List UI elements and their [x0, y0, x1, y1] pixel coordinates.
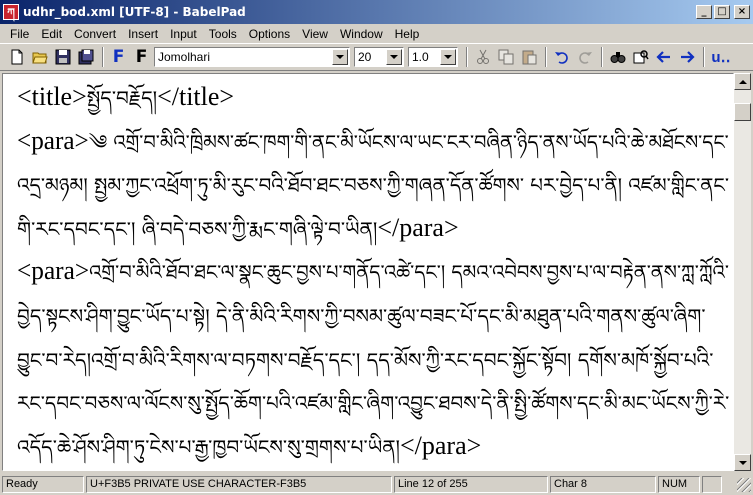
xml-tag: </title>	[157, 82, 235, 111]
status-ready: Ready	[2, 476, 84, 493]
chevron-down-icon[interactable]	[440, 49, 456, 65]
menu-edit[interactable]: Edit	[35, 27, 68, 41]
scroll-down-button[interactable]	[734, 454, 751, 471]
tibetan-text: འདྲ་མཉམ། སྤྱམ་ཀྱང་འཕྲོག་ཏུ་མི་རུང་བའི་ཐོ…	[17, 173, 729, 198]
tibetan-text: གི་རང་དབང་དང་། ཞི་བདེ་བཅས་ཀྱི་རྨང་གཞི་ལྟ…	[17, 216, 378, 241]
tibetan-text: འགྲོ་བ་མིའི་ཐོབ་ཐང་ལ་སྣང་ཆུང་བྱས་པ་གནོད་…	[89, 260, 729, 285]
editor-line: བྱུང་བ་རེད།འགྲོ་བ་མིའི་རིགས་ལ་བཏགས་བརྗོད…	[17, 344, 713, 375]
tibetan-text: ༄ འགྲོ་བ་མིའི་ཁྲིམས་ཚང་ཁག་གི་ནང་མི་ཡོངས་…	[88, 129, 729, 154]
font-f-blue-icon[interactable]: F	[108, 47, 129, 68]
status-bar: Ready U+F3B5 PRIVATE USE CHARACTER-F3B5 …	[0, 474, 753, 495]
xml-tag: </para>	[399, 430, 482, 460]
editor-line: <para>༄ འགྲོ་བ་མིའི་ཁྲིམས་ཚང་ཁག་གི་ནང་མི…	[17, 126, 729, 157]
menu-bar: File Edit Convert Insert Input Tools Opt…	[0, 24, 753, 43]
redo-icon[interactable]	[574, 47, 595, 68]
font-f-black-icon[interactable]: F	[131, 47, 152, 68]
open-folder-icon[interactable]	[29, 47, 50, 68]
tibetan-text: འདོད་ཆེ་ཤོས་ཤིག་ཏུ་ངེས་པ་རྒྱ་ཁྱབ་ཡོངས་སུ…	[17, 434, 400, 459]
editor-line: འདོད་ཆེ་ཤོས་ཤིག་ཏུ་ངེས་པ་རྒྱ་ཁྱབ་ཡོངས་སུ…	[17, 431, 481, 462]
editor-line: གི་རང་དབང་དང་། ཞི་བདེ་བཅས་ཀྱི་རྨང་གཞི་ལྟ…	[17, 213, 459, 244]
paste-icon[interactable]	[518, 47, 539, 68]
xml-tag: <para>	[17, 125, 89, 155]
xml-tag: <title>	[17, 82, 87, 111]
font-name-select[interactable]: Jomolhari	[154, 47, 350, 67]
resize-grip[interactable]	[737, 477, 751, 492]
status-empty-panel	[702, 476, 722, 493]
tibetan-text: བྱེད་སྟངས་ཤིག་བྱུང་ཡོད་པ་སྟེ། དེ་ནི་མིའི…	[17, 304, 706, 328]
status-char: Char 8	[550, 476, 656, 493]
xml-tag: <para>	[17, 256, 90, 286]
minimize-button[interactable]: _	[696, 5, 712, 19]
forward-arrow-icon[interactable]	[676, 47, 697, 68]
maximize-button[interactable]: □	[714, 5, 730, 19]
copy-icon[interactable]	[495, 47, 516, 68]
line-spacing-select[interactable]: 1.0	[408, 47, 458, 67]
menu-window[interactable]: Window	[334, 27, 389, 41]
status-char-info: U+F3B5 PRIVATE USE CHARACTER-F3B5	[86, 476, 392, 493]
chevron-down-icon[interactable]	[386, 49, 402, 65]
cut-icon[interactable]	[472, 47, 493, 68]
toolbar: F F Jomolhari 20 1.0 u‥	[0, 43, 753, 71]
toolbar-separator	[466, 47, 468, 67]
back-arrow-icon[interactable]	[653, 47, 674, 68]
text-editor[interactable]: <title>སྤྱོད་བརྗོད།</title> <para>༄ འགྲོ་…	[2, 73, 734, 471]
unicode-icon[interactable]: u‥	[709, 47, 733, 68]
status-num: NUM	[658, 476, 700, 493]
toolbar-separator	[703, 47, 705, 67]
chevron-down-icon[interactable]	[332, 49, 348, 65]
save-all-icon[interactable]	[75, 47, 96, 68]
menu-file[interactable]: File	[4, 27, 35, 41]
font-size-value: 20	[358, 50, 372, 64]
replace-icon[interactable]	[630, 47, 651, 68]
menu-options[interactable]: Options	[243, 27, 296, 41]
xml-tag: </para>	[377, 212, 459, 242]
title-bar[interactable]: ཀ udhr_bod.xml [UTF-8] - BabelPad _ □ ×	[0, 0, 753, 24]
undo-icon[interactable]	[551, 47, 572, 68]
status-line: Line 12 of 255	[394, 476, 548, 493]
scroll-thumb[interactable]	[734, 103, 751, 121]
line-spacing-value: 1.0	[412, 50, 429, 64]
vertical-scrollbar[interactable]	[734, 73, 751, 471]
tibetan-text: བྱུང་བ་རེད།འགྲོ་བ་མིའི་རིགས་ལ་བཏགས་བརྗོད…	[17, 347, 714, 372]
window-title: udhr_bod.xml [UTF-8] - BabelPad	[23, 5, 246, 19]
menu-view[interactable]: View	[296, 27, 334, 41]
close-button[interactable]: ×	[734, 5, 750, 19]
find-icon[interactable]	[607, 47, 628, 68]
menu-help[interactable]: Help	[389, 27, 426, 41]
babelpad-app-icon[interactable]: ཀ	[3, 4, 19, 20]
editor-line: རང་དབང་བཅས་ལ་ལོངས་སུ་སྤྱོད་ཆོག་པའི་འཛམ་ག…	[17, 387, 729, 418]
menu-insert[interactable]: Insert	[122, 27, 164, 41]
save-icon[interactable]	[52, 47, 73, 68]
editor-line: <title>སྤྱོད་བརྗོད།</title>	[17, 82, 234, 113]
tibetan-text: སྤྱོད་བརྗོད།	[86, 86, 158, 110]
toolbar-separator	[545, 47, 547, 67]
toolbar-separator	[102, 47, 104, 67]
tibetan-text: རང་དབང་བཅས་ལ་ལོངས་སུ་སྤྱོད་ཆོག་པའི་འཛམ་ག…	[17, 391, 730, 416]
new-document-icon[interactable]	[6, 47, 27, 68]
editor-line: འདྲ་མཉམ། སྤྱམ་ཀྱང་འཕྲོག་ཏུ་མི་རུང་བའི་ཐོ…	[17, 169, 729, 200]
font-size-select[interactable]: 20	[354, 47, 404, 67]
font-name-value: Jomolhari	[158, 50, 211, 64]
editor-line: <para>འགྲོ་བ་མིའི་ཐོབ་ཐང་ལ་སྣང་ཆུང་བྱས་པ…	[17, 256, 729, 287]
editor-line: བྱེད་སྟངས་ཤིག་བྱུང་ཡོད་པ་སྟེ། དེ་ནི་མིའི…	[17, 300, 706, 331]
menu-tools[interactable]: Tools	[203, 27, 243, 41]
menu-input[interactable]: Input	[164, 27, 203, 41]
scroll-up-button[interactable]	[734, 73, 751, 90]
menu-convert[interactable]: Convert	[68, 27, 122, 41]
toolbar-separator	[601, 47, 603, 67]
